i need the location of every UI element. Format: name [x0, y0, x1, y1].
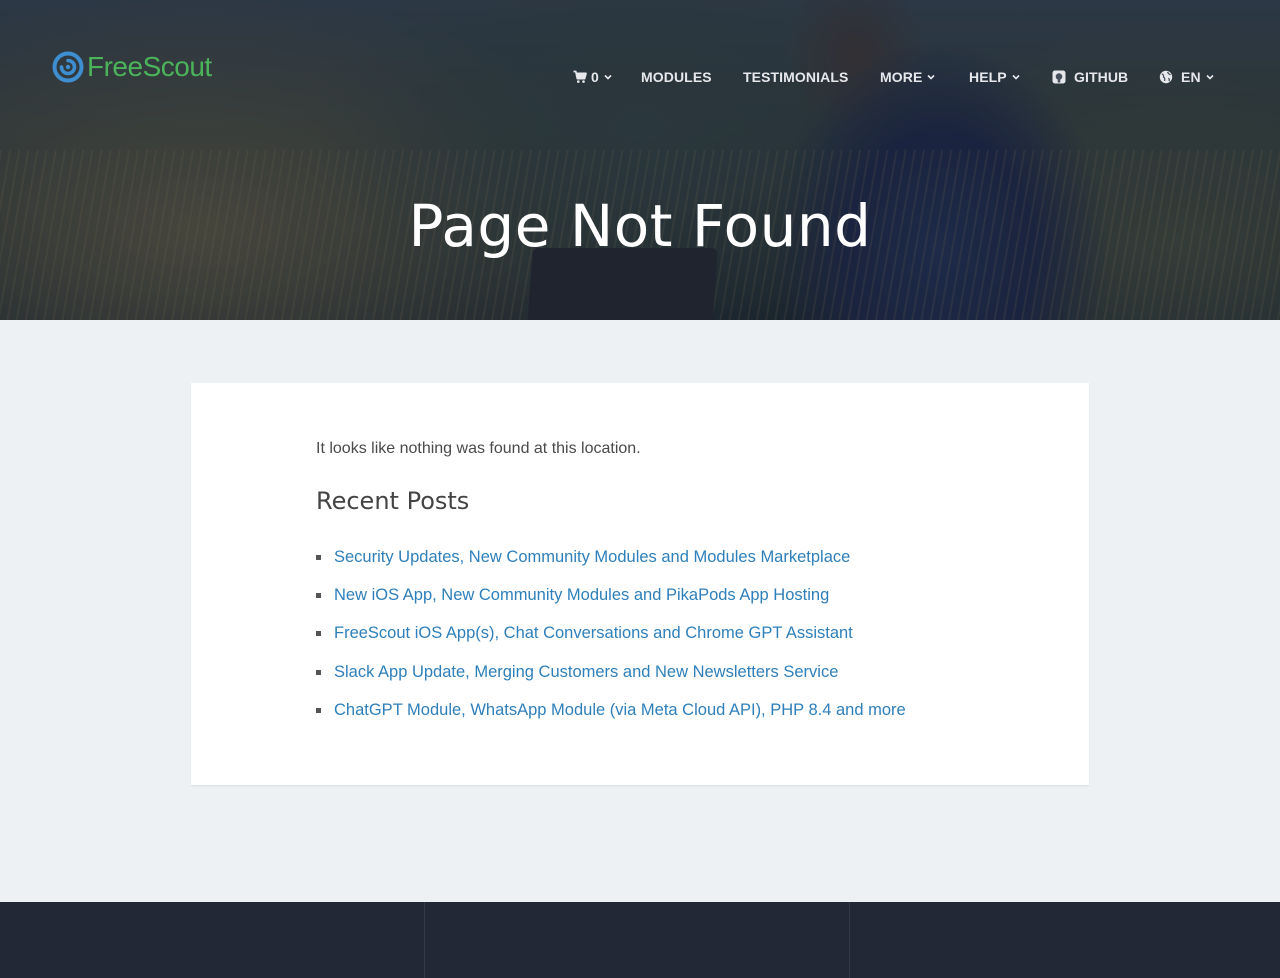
logo[interactable]: FreeScout [52, 51, 212, 83]
chevron-down-icon [927, 74, 935, 80]
recent-posts-list: Security Updates, New Community Modules … [316, 538, 906, 729]
bullet-icon [316, 707, 321, 713]
nav-github-label: GITHUB [1074, 69, 1129, 85]
nav-help[interactable]: HELP [969, 69, 1052, 85]
recent-post-link[interactable]: New iOS App, New Community Modules and P… [334, 586, 829, 605]
site-header: FreeScout 0 MODULES TESTIMONIALS MORE HE… [0, 0, 1280, 120]
nav-github[interactable]: GITHUB [1052, 69, 1159, 85]
recent-post-link[interactable]: ChatGPT Module, WhatsApp Module (via Met… [334, 701, 906, 720]
site-footer [0, 902, 1280, 978]
chevron-down-icon [604, 74, 612, 80]
bullet-icon [316, 631, 321, 637]
list-item: Slack App Update, Merging Customers and … [316, 653, 906, 691]
nav-language[interactable]: EN [1159, 69, 1217, 85]
nav-more[interactable]: MORE [880, 69, 969, 85]
list-item: FreeScout iOS App(s), Chat Conversations… [316, 615, 906, 653]
nav-more-label: MORE [880, 69, 923, 85]
recent-post-link[interactable]: Slack App Update, Merging Customers and … [334, 663, 838, 682]
nav-modules[interactable]: MODULES [641, 69, 743, 85]
logo-text: FreeScout [87, 51, 212, 82]
freescout-logo-icon [52, 51, 84, 83]
recent-post-link[interactable]: Security Updates, New Community Modules … [334, 548, 850, 567]
bullet-icon [316, 554, 321, 560]
nav-modules-label: MODULES [641, 69, 712, 85]
page-title: Page Not Found [408, 192, 872, 260]
list-item: ChatGPT Module, WhatsApp Module (via Met… [316, 691, 906, 729]
recent-posts-heading: Recent Posts [316, 487, 470, 515]
footer-column [0, 902, 425, 978]
bullet-icon [316, 669, 321, 675]
cart-count: 0 [591, 69, 599, 85]
footer-column [425, 902, 850, 978]
nav-testimonials-label: TESTIMONIALS [743, 69, 849, 85]
globe-icon [1159, 70, 1173, 84]
github-icon [1052, 70, 1066, 84]
chevron-down-icon [1012, 74, 1020, 80]
nav-testimonials[interactable]: TESTIMONIALS [743, 69, 880, 85]
chevron-down-icon [1206, 74, 1214, 80]
nav-language-label: EN [1181, 69, 1201, 85]
list-item: New iOS App, New Community Modules and P… [316, 576, 906, 614]
bullet-icon [316, 592, 321, 598]
nav-help-label: HELP [969, 69, 1007, 85]
main-nav: 0 MODULES TESTIMONIALS MORE HELP GITHUB [573, 68, 1217, 86]
footer-column [850, 902, 1280, 978]
not-found-message: It looks like nothing was found at this … [316, 440, 641, 457]
content-card: It looks like nothing was found at this … [191, 383, 1089, 785]
recent-post-link[interactable]: FreeScout iOS App(s), Chat Conversations… [334, 624, 853, 643]
cart-icon [573, 70, 587, 83]
nav-cart[interactable]: 0 [573, 69, 641, 85]
list-item: Security Updates, New Community Modules … [316, 538, 906, 576]
